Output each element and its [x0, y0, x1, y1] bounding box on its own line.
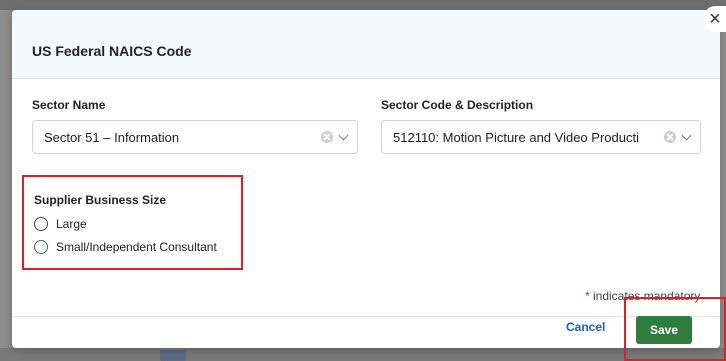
- business-size-title: Supplier Business Size: [34, 193, 167, 207]
- sector-code-label: Sector Code & Description: [381, 98, 534, 112]
- sector-name-label: Sector Name: [32, 98, 106, 112]
- radio-button[interactable]: [34, 240, 48, 254]
- cancel-button[interactable]: Cancel: [566, 320, 605, 334]
- radio-label: Large: [56, 217, 87, 231]
- page-backdrop-top: [0, 0, 726, 10]
- background-chip: [160, 350, 186, 361]
- close-icon: ×: [709, 8, 721, 30]
- mandatory-text: indicates mandatory: [589, 289, 701, 303]
- radio-label: Small/Independent Consultant: [56, 240, 217, 254]
- page-backdrop-bottom: [0, 348, 726, 361]
- sector-code-value: 512110: Motion Picture and Video Product…: [393, 130, 639, 145]
- close-button[interactable]: ×: [704, 6, 726, 32]
- chevron-down-icon[interactable]: [338, 130, 349, 141]
- sector-name-value: Sector 51 – Information: [44, 130, 180, 145]
- save-button[interactable]: Save: [636, 316, 692, 344]
- clear-icon[interactable]: [321, 131, 333, 143]
- clear-icon[interactable]: [664, 131, 676, 143]
- modal-title: US Federal NAICS Code: [32, 43, 192, 59]
- chevron-down-icon[interactable]: [681, 130, 692, 141]
- footer-divider: [12, 316, 720, 317]
- mandatory-note: * indicates mandatory: [585, 289, 700, 303]
- sector-code-select[interactable]: 512110: Motion Picture and Video Product…: [381, 120, 701, 154]
- business-size-group: Supplier Business Size Large Small/Indep…: [22, 175, 243, 270]
- sector-name-select[interactable]: Sector 51 – Information: [32, 120, 358, 154]
- modal-header: US Federal NAICS Code: [12, 10, 720, 79]
- radio-button[interactable]: [34, 217, 48, 231]
